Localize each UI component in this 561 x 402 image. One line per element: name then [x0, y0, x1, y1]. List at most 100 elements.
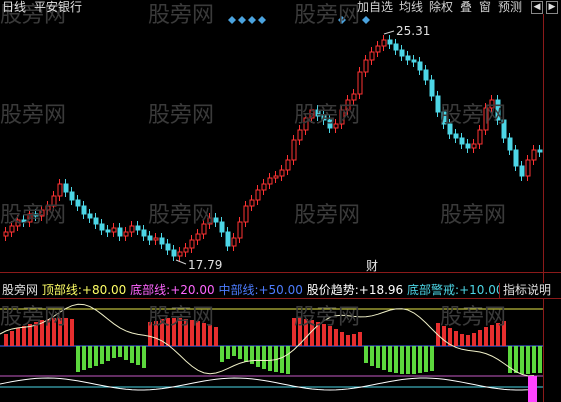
candle: [87, 213, 93, 219]
candle: [177, 251, 183, 257]
legend-bottom-value: +20.00: [170, 283, 215, 297]
indicator-bar: [10, 331, 14, 346]
candle: [63, 183, 69, 193]
candle: [429, 79, 435, 97]
candle: [225, 231, 231, 247]
watermark: 股旁网: [0, 103, 67, 128]
indicator-bar: [88, 346, 92, 368]
indicator-bar: [478, 330, 482, 346]
indicator-bar: [424, 346, 428, 372]
candle: [399, 49, 405, 57]
indicator-bar: [286, 346, 290, 374]
indicator-bar: [94, 346, 98, 366]
indicator-bar: [466, 335, 470, 346]
candle: [291, 139, 297, 161]
watermark: 股旁网: [0, 305, 67, 330]
candle: [411, 59, 417, 63]
candle: [381, 39, 387, 47]
watermark: 股旁网: [294, 305, 361, 330]
indicator-bar: [526, 346, 530, 374]
forecast-button[interactable]: 预测: [498, 0, 522, 14]
legend-bottom-label: 底部线:: [130, 283, 171, 297]
indicator-bar: [334, 329, 338, 346]
ex-rights-button[interactable]: 除权: [429, 0, 453, 14]
stock-name: 平安银行: [34, 0, 83, 14]
candle: [519, 165, 525, 177]
legend-top-value: +80.00: [81, 283, 127, 297]
candle: [417, 61, 423, 71]
candle: [267, 177, 273, 185]
indicator-bar: [220, 346, 224, 362]
high-pointer: [383, 30, 395, 35]
candle: [231, 237, 237, 247]
bottom-signal-bar: [528, 376, 537, 402]
add-watchlist-button[interactable]: 加自选: [357, 0, 393, 14]
indicator-bar: [142, 346, 146, 368]
legend-trend-label: 股价趋势:: [306, 283, 359, 297]
indicator-bar: [76, 346, 80, 372]
candle: [3, 231, 9, 237]
watermark: 股旁网: [148, 103, 215, 128]
prev-arrow-icon[interactable]: ◀: [531, 1, 543, 14]
indicator-help-button[interactable]: 指标说明: [499, 283, 561, 298]
indicator-bar: [112, 346, 116, 358]
indicator-bar: [400, 346, 404, 374]
legend-warning-value: +10.00: [459, 283, 504, 297]
stock-chart-window: 股旁网 股旁网 股旁网 股旁网 股旁网 股旁网 股旁网 股旁网 股旁网 股旁网 …: [0, 0, 561, 402]
indicator-bar: [82, 346, 86, 370]
indicator-bar: [256, 346, 260, 367]
candle: [459, 137, 465, 145]
indicator-bar: [418, 346, 422, 373]
candle: [75, 199, 81, 207]
candle: [285, 159, 291, 171]
indicator-bar: [16, 328, 20, 346]
period-label[interactable]: 日线: [2, 0, 26, 14]
candle: [117, 227, 123, 237]
indicator-bar: [412, 346, 416, 374]
candle: [111, 227, 117, 233]
candle: [351, 93, 357, 101]
signal-diamond: [238, 16, 246, 24]
moving-average-button[interactable]: 均线: [399, 0, 423, 14]
indicator-bar: [538, 346, 542, 373]
candle: [261, 183, 267, 191]
indicator-bar: [106, 346, 110, 361]
candle: [537, 149, 543, 153]
next-arrow-icon[interactable]: ▶: [546, 1, 558, 14]
indicator-name: 股旁网: [2, 283, 39, 297]
signal-diamond: [258, 16, 266, 24]
candle: [531, 149, 537, 161]
price-annotations: [175, 30, 395, 265]
signal-diamond: [362, 16, 370, 24]
overlay-button[interactable]: 叠: [460, 0, 472, 14]
candle: [453, 133, 459, 139]
indicator-bar: [376, 346, 380, 368]
watermark: 股旁网: [294, 103, 361, 128]
legend-trend-value: +18.96: [358, 283, 404, 297]
indicator-bar: [352, 334, 356, 346]
indicator-bar: [406, 346, 410, 374]
watermark: 股旁网: [148, 3, 215, 28]
candle: [513, 149, 519, 167]
indicator-bar: [124, 346, 128, 360]
candle: [393, 43, 399, 51]
indicator-bar: [244, 346, 248, 362]
watermark: 股旁网: [148, 305, 215, 330]
candle: [297, 129, 303, 141]
watermark: 股旁网: [0, 203, 67, 228]
candle: [387, 39, 393, 45]
candle: [165, 243, 171, 251]
indicator-legend: 股旁网 顶部线:+80.00 底部线:+20.00 中部线:+50.00 股价趋…: [2, 283, 504, 297]
candle: [255, 189, 261, 201]
indicator-bar: [118, 346, 122, 357]
candle: [81, 205, 87, 215]
indicator-bar: [454, 331, 458, 346]
indicator-bar: [238, 346, 242, 359]
candle: [69, 191, 75, 201]
indicator-bar: [340, 332, 344, 346]
finance-marker[interactable]: 财: [366, 259, 378, 273]
window-button[interactable]: 窗: [479, 0, 491, 14]
candle: [477, 129, 483, 145]
indicator-bar: [430, 346, 434, 371]
watermark: 股旁网: [148, 203, 215, 228]
